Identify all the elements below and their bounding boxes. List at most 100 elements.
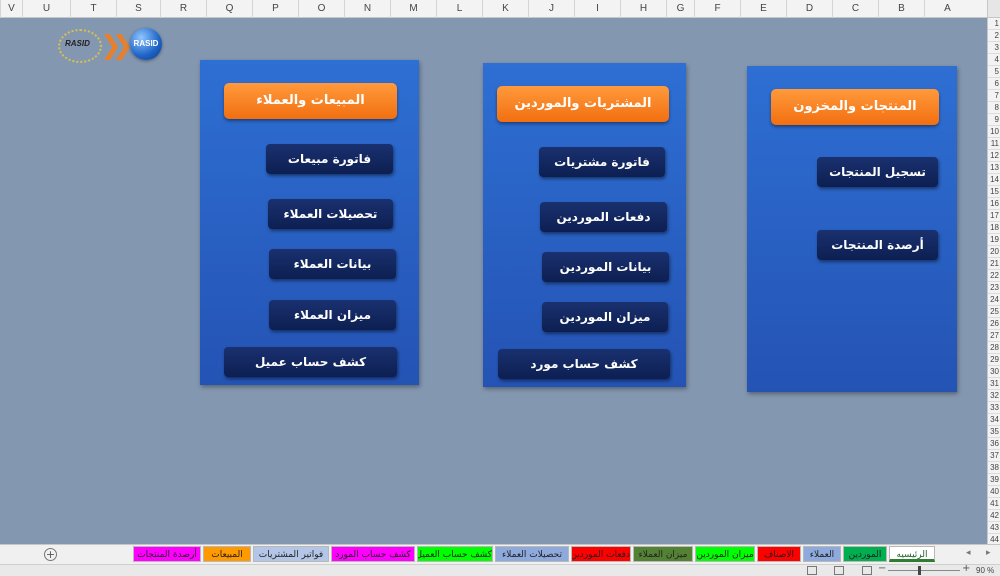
customer-collections-button[interactable]: تحصيلات العملاء [268, 199, 393, 229]
column-header-cell[interactable]: O [298, 0, 344, 18]
row-header-cell[interactable]: 18 [988, 222, 1000, 234]
customer-data-button[interactable]: بيانات العملاء [269, 249, 396, 279]
add-sheet-icon[interactable]: + [44, 548, 57, 561]
purchase-invoice-button[interactable]: فاتورة مشتريات [539, 147, 665, 177]
row-header-cell[interactable]: 9 [988, 114, 1000, 126]
zoom-out-button[interactable]: − [878, 563, 886, 574]
row-header-cell[interactable]: 25 [988, 306, 1000, 318]
row-header-cell[interactable]: 40 [988, 486, 1000, 498]
column-header-cell[interactable]: D [786, 0, 832, 18]
select-all-corner[interactable] [987, 0, 1000, 18]
row-header-cell[interactable]: 7 [988, 90, 1000, 102]
sheet-tab[interactable]: دفعات الموردين [571, 546, 631, 562]
page-break-view-icon[interactable] [862, 566, 872, 575]
column-header-cell[interactable]: C [832, 0, 878, 18]
row-header-cell[interactable]: 22 [988, 270, 1000, 282]
column-header-cell[interactable]: V [0, 0, 22, 18]
zoom-slider-track[interactable] [888, 570, 960, 571]
row-header-cell[interactable]: 3 [988, 42, 1000, 54]
row-header-cell[interactable]: 32 [988, 390, 1000, 402]
column-header-cell[interactable]: J [528, 0, 574, 18]
zoom-level[interactable]: 90 % [976, 566, 994, 575]
column-header-cell[interactable]: L [436, 0, 482, 18]
row-header-cell[interactable]: 5 [988, 66, 1000, 78]
sheet-tab[interactable]: أرصدة المنتجات [133, 546, 201, 562]
zoom-in-button[interactable]: + [962, 563, 970, 574]
column-header-cell[interactable]: R [160, 0, 206, 18]
column-header-cell[interactable]: T [70, 0, 116, 18]
sales-invoice-button[interactable]: فاتورة مبيعات [266, 144, 393, 174]
row-header-cell[interactable]: 21 [988, 258, 1000, 270]
column-header-cell[interactable]: E [740, 0, 786, 18]
row-header-cell[interactable]: 26 [988, 318, 1000, 330]
column-header-cell[interactable]: H [620, 0, 666, 18]
row-header-cell[interactable]: 33 [988, 402, 1000, 414]
row-header-cell[interactable]: 14 [988, 174, 1000, 186]
row-header-cell[interactable]: 23 [988, 282, 1000, 294]
row-header-cell[interactable]: 8 [988, 102, 1000, 114]
column-header-cell[interactable]: N [344, 0, 390, 18]
tab-scroll-left-icon[interactable]: ◂ [966, 548, 971, 558]
purchases-header-button[interactable]: المشتريات والموردين [497, 86, 669, 122]
row-header-cell[interactable]: 12 [988, 150, 1000, 162]
sheet-tab[interactable]: ميزان الموردين [695, 546, 755, 562]
supplier-data-button[interactable]: بيانات الموردين [542, 252, 669, 282]
row-header-cell[interactable]: 1 [988, 18, 1000, 30]
column-header-cell[interactable]: K [482, 0, 528, 18]
supplier-balance-button[interactable]: ميزان الموردين [542, 302, 668, 332]
page-layout-view-icon[interactable] [834, 566, 844, 575]
sheet-tab[interactable]: المبيعات [203, 546, 251, 562]
supplier-payments-button[interactable]: دفعات الموردين [540, 202, 667, 232]
row-header-cell[interactable]: 6 [988, 78, 1000, 90]
column-header-cell[interactable]: F [694, 0, 740, 18]
row-header-cell[interactable]: 35 [988, 426, 1000, 438]
zoom-slider-thumb[interactable] [918, 566, 921, 575]
register-products-button[interactable]: تسجيل المنتجات [817, 157, 938, 187]
column-header-cell[interactable]: U [22, 0, 70, 18]
row-header-cell[interactable]: 34 [988, 414, 1000, 426]
customer-statement-button[interactable]: كشف حساب عميل [224, 347, 397, 377]
row-header-cell[interactable]: 13 [988, 162, 1000, 174]
column-header-cell[interactable]: A [924, 0, 970, 18]
normal-view-icon[interactable] [807, 566, 817, 575]
tab-scroll-right-icon[interactable]: ▸ [986, 548, 991, 558]
row-header-cell[interactable]: 29 [988, 354, 1000, 366]
sheet-tab[interactable]: الاصناف [757, 546, 801, 562]
sheet-tab[interactable]: الموردين [843, 546, 887, 562]
sheet-tab[interactable]: فواتير المشتريات [253, 546, 329, 562]
sheet-tab[interactable]: تحصيلات العملاء [495, 546, 569, 562]
row-header-cell[interactable]: 24 [988, 294, 1000, 306]
customer-balance-button[interactable]: ميزان العملاء [269, 300, 396, 330]
column-header-cell[interactable]: B [878, 0, 924, 18]
product-balances-button[interactable]: أرصدة المنتجات [817, 230, 938, 260]
products-header-button[interactable]: المنتجات والمخزون [771, 89, 939, 125]
column-header-cell[interactable]: M [390, 0, 436, 18]
row-header-cell[interactable]: 15 [988, 186, 1000, 198]
sheet-tab[interactable]: كشف حساب العميل [417, 546, 493, 562]
column-header-cell[interactable]: I [574, 0, 620, 18]
column-header-cell[interactable]: P [252, 0, 298, 18]
row-header-cell[interactable]: 42 [988, 510, 1000, 522]
row-header-cell[interactable]: 44 [988, 534, 1000, 544]
column-header-cell[interactable]: Q [206, 0, 252, 18]
row-header-cell[interactable]: 36 [988, 438, 1000, 450]
row-header-cell[interactable]: 30 [988, 366, 1000, 378]
row-header-cell[interactable]: 43 [988, 522, 1000, 534]
column-header-cell[interactable]: G [666, 0, 694, 18]
row-header-cell[interactable]: 16 [988, 198, 1000, 210]
row-header-cell[interactable]: 27 [988, 330, 1000, 342]
row-header-cell[interactable]: 19 [988, 234, 1000, 246]
row-header-cell[interactable]: 17 [988, 210, 1000, 222]
row-header-cell[interactable]: 10 [988, 126, 1000, 138]
row-header-cell[interactable]: 31 [988, 378, 1000, 390]
sales-header-button[interactable]: المبيعات والعملاء [224, 83, 397, 119]
sheet-tab[interactable]: كشف حساب المورد [331, 546, 415, 562]
sheet-tab[interactable]: الرئيسيه [889, 546, 935, 562]
column-header-cell[interactable]: S [116, 0, 160, 18]
row-header-cell[interactable]: 28 [988, 342, 1000, 354]
row-header-cell[interactable]: 37 [988, 450, 1000, 462]
sheet-tab[interactable]: ميزان العملاء [633, 546, 693, 562]
row-header-cell[interactable]: 2 [988, 30, 1000, 42]
sheet-tab[interactable]: العملاء [803, 546, 841, 562]
row-header-cell[interactable]: 11 [988, 138, 1000, 150]
